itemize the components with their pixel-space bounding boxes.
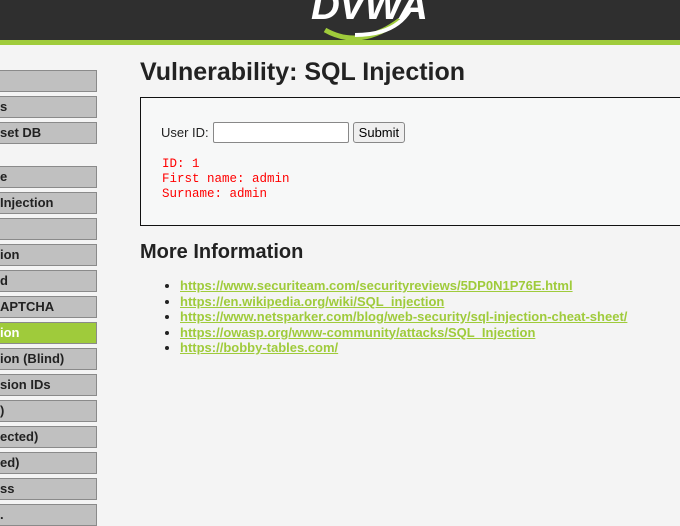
- sidebar-item[interactable]: ion: [0, 244, 97, 266]
- sidebar-item[interactable]: ion (Blind): [0, 348, 97, 370]
- vulnerable-code-area: User ID: Submit ID: 1 First name: admin …: [140, 97, 680, 226]
- page-title: Vulnerability: SQL Injection: [140, 58, 466, 86]
- dvwa-logo: DVWA: [305, 0, 428, 40]
- reference-link[interactable]: https://bobby-tables.com/: [180, 340, 338, 355]
- sidebar-item[interactable]: .: [0, 504, 97, 526]
- result-id: ID: 1: [162, 157, 200, 171]
- list-item: https://www.securiteam.com/securityrevie…: [180, 278, 627, 294]
- sidebar-item[interactable]: [0, 70, 97, 92]
- sidebar-item[interactable]: APTCHA: [0, 296, 97, 318]
- submit-button[interactable]: Submit: [352, 122, 406, 143]
- sidebar-item[interactable]: Injection: [0, 192, 97, 214]
- sidebar-item[interactable]: ): [0, 400, 97, 422]
- user-id-input[interactable]: [212, 122, 349, 143]
- result-first-name: First name: admin: [162, 172, 290, 186]
- sidebar-item[interactable]: s: [0, 96, 97, 118]
- query-result: ID: 1 First name: admin Surname: admin: [162, 157, 290, 202]
- sidebar-item[interactable]: set DB: [0, 122, 97, 144]
- reference-link[interactable]: https://en.wikipedia.org/wiki/SQL_inject…: [180, 294, 444, 309]
- sidebar-item[interactable]: ed): [0, 452, 97, 474]
- sidebar-item[interactable]: sion IDs: [0, 374, 97, 396]
- sidebar-item[interactable]: ion: [0, 322, 97, 344]
- user-id-form: User ID: Submit: [161, 122, 406, 143]
- list-item: https://bobby-tables.com/: [180, 340, 627, 356]
- sidebar-item[interactable]: [0, 218, 97, 240]
- header-bar: DVWA: [0, 0, 680, 45]
- user-id-label: User ID:: [161, 125, 209, 140]
- list-item: https://en.wikipedia.org/wiki/SQL_inject…: [180, 294, 627, 310]
- more-info-links: https://www.securiteam.com/securityrevie…: [161, 278, 627, 356]
- sidebar-item[interactable]: d: [0, 270, 97, 292]
- more-info-heading: More Information: [140, 241, 304, 263]
- reference-link[interactable]: https://owasp.org/www-community/attacks/…: [180, 325, 535, 340]
- sidebar-item[interactable]: ss: [0, 478, 97, 500]
- sidebar-item[interactable]: e: [0, 166, 97, 188]
- result-surname: Surname: admin: [162, 187, 268, 201]
- sidebar-item[interactable]: ected): [0, 426, 97, 448]
- reference-link[interactable]: https://www.securiteam.com/securityrevie…: [180, 278, 573, 293]
- list-item: https://www.netsparker.com/blog/web-secu…: [180, 309, 627, 325]
- reference-link[interactable]: https://www.netsparker.com/blog/web-secu…: [180, 309, 627, 324]
- list-item: https://owasp.org/www-community/attacks/…: [180, 325, 627, 341]
